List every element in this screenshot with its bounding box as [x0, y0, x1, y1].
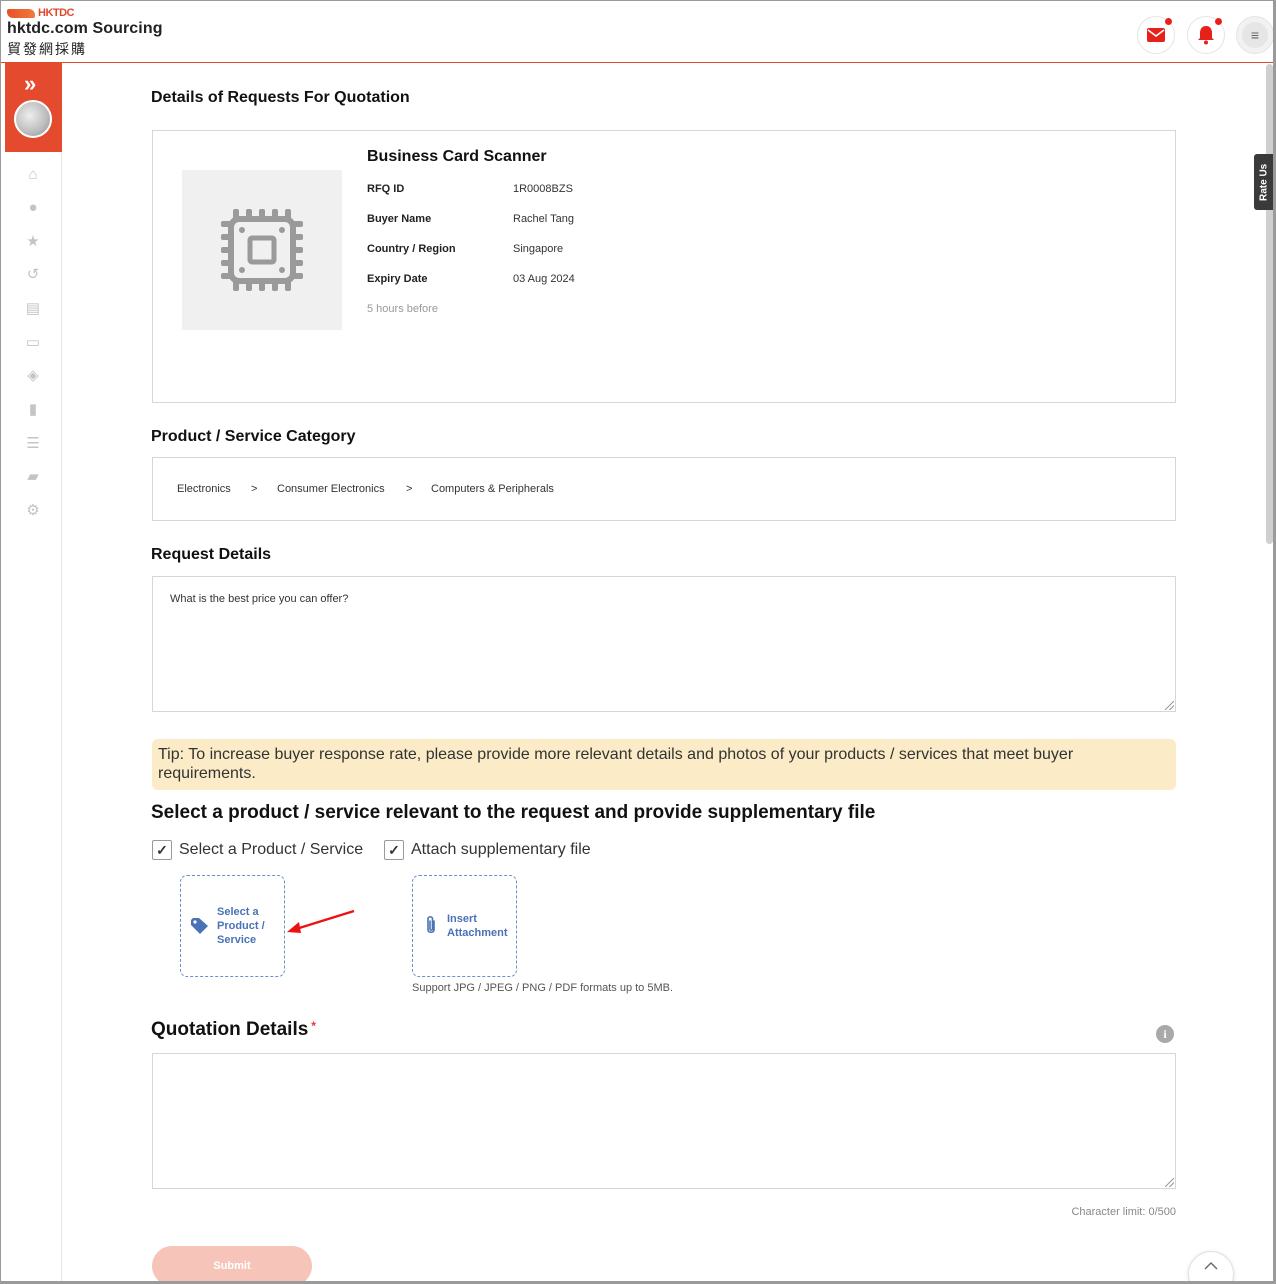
field-value: Singapore — [513, 243, 564, 255]
check-icon[interactable]: ✓ — [152, 840, 172, 860]
sidebar-item-favorites[interactable]: ★ — [24, 233, 42, 251]
breadcrumb-separator: > — [406, 483, 413, 495]
breadcrumb-item: Computers & Peripherals — [431, 483, 554, 495]
avatar[interactable] — [14, 100, 52, 138]
rfq-summary-card: Business Card Scanner RFQ ID 1R0008BZS B… — [152, 130, 1176, 403]
left-sidebar: » ⌂ ● ★ ↺ ▤ ▭ ◈ ▮ ☰ ▰ ⚙ — [5, 63, 62, 1283]
breadcrumb-item: Electronics — [177, 483, 231, 495]
insert-attachment-line: Insert — [447, 913, 477, 925]
select-product-label: Select a Product / Service — [179, 841, 364, 858]
sidebar-item-logistics[interactable]: ▰ — [24, 468, 42, 486]
paperclip-icon — [427, 915, 435, 934]
hktdc-logo[interactable]: HKTDC hktdc.com Sourcing 貿發網採購 — [7, 7, 163, 59]
tip-banner: Tip: To increase buyer response rate, pl… — [152, 739, 1176, 790]
top-header: HKTDC hktdc.com Sourcing 貿發網採購 ≡ — [1, 1, 1274, 63]
sidebar-item-history[interactable]: ↺ — [24, 266, 42, 284]
field-label: Expiry Date — [367, 273, 428, 285]
insert-attachment-line: Attachment — [447, 927, 508, 939]
sidebar-item-home[interactable]: ⌂ — [24, 166, 42, 184]
quotation-details-title: Quotation Details * — [151, 1019, 316, 1041]
select-product-line: Service — [217, 934, 257, 946]
select-product-button[interactable]: Select a Product / Service — [180, 875, 285, 977]
sidebar-item-products[interactable]: ◈ — [24, 367, 42, 385]
quotation-title-text: Quotation Details — [151, 1019, 309, 1040]
sidebar-item-messages[interactable]: ▤ — [24, 300, 42, 318]
breadcrumb-separator: > — [251, 483, 258, 495]
annotation-arrow-icon — [287, 909, 355, 933]
select-product-line: Product / — [217, 920, 265, 932]
supported-formats-note: Support JPG / JPEG / PNG / PDF formats u… — [412, 982, 674, 994]
resize-handle-icon[interactable] — [1165, 1178, 1174, 1187]
attach-file-label: Attach supplementary file — [411, 841, 591, 858]
logo-main-text: hktdc.com Sourcing — [7, 20, 163, 37]
category-title: Product / Service Category — [151, 428, 356, 445]
notifications-button[interactable] — [1187, 16, 1225, 54]
logo-small-text: HKTDC — [38, 7, 75, 19]
field-value: 1R0008BZS — [513, 183, 573, 195]
quotation-details-textarea[interactable] — [152, 1053, 1176, 1189]
resize-handle-icon[interactable] — [1165, 701, 1174, 710]
logo-chinese-text: 貿發網採購 — [7, 41, 87, 57]
posted-time: 5 hours before — [367, 303, 438, 315]
submit-button[interactable]: Submit — [152, 1246, 312, 1284]
request-details-text: What is the best price you can offer? — [170, 593, 349, 605]
request-details-title: Request Details — [151, 546, 272, 563]
field-label: Country / Region — [367, 243, 456, 255]
chevron-up-icon — [1204, 1262, 1218, 1270]
insert-attachment-button[interactable]: Insert Attachment — [412, 875, 517, 977]
supplement-title: Select a product / service relevant to t… — [151, 802, 876, 823]
select-product-line: Select a — [217, 906, 259, 918]
required-marker: * — [311, 1019, 316, 1033]
chip-icon — [221, 209, 303, 291]
bell-icon — [1198, 26, 1214, 45]
field-value: Rachel Tang — [513, 213, 574, 225]
product-name: Business Card Scanner — [367, 148, 547, 165]
sidebar-item-company[interactable]: ▭ — [24, 334, 42, 352]
rate-us-tab[interactable]: Rate Us — [1254, 154, 1274, 210]
breadcrumb-item: Consumer Electronics — [277, 483, 385, 495]
product-thumbnail — [182, 170, 342, 330]
sidebar-item-profile[interactable]: ● — [24, 199, 42, 217]
mail-icon — [1147, 28, 1165, 42]
sidebar-item-orders[interactable]: ▮ — [24, 401, 42, 419]
character-limit: Character limit: 0/500 — [1071, 1206, 1176, 1218]
main-menu-button[interactable]: ≡ — [1236, 16, 1274, 54]
scroll-to-top-button[interactable] — [1188, 1251, 1234, 1284]
hktdc-logo-mark — [7, 8, 35, 18]
category-breadcrumb: Electronics > Consumer Electronics > Com… — [152, 457, 1176, 521]
request-details-textarea: What is the best price you can offer? — [152, 576, 1176, 712]
check-icon[interactable]: ✓ — [384, 840, 404, 860]
sidebar-item-account-settings[interactable]: ⚙ — [24, 502, 42, 520]
attach-file-checkbox[interactable]: ✓ Attach supplementary file — [384, 840, 591, 860]
select-product-checkbox[interactable]: ✓ Select a Product / Service — [152, 840, 363, 860]
info-icon[interactable]: i — [1156, 1025, 1174, 1043]
field-label: RFQ ID — [367, 183, 405, 195]
page-title: Details of Requests For Quotation — [151, 89, 410, 106]
notification-dot — [1215, 18, 1222, 25]
menu-icon: ≡ — [1242, 22, 1268, 48]
field-label: Buyer Name — [367, 213, 432, 225]
field-value: 03 Aug 2024 — [513, 273, 575, 285]
sidebar-header: » — [5, 63, 62, 152]
messages-button[interactable] — [1137, 16, 1175, 54]
tag-icon — [191, 918, 208, 934]
page-scrollbar[interactable] — [1266, 64, 1273, 544]
sidebar-item-rfq[interactable]: ☰ — [24, 435, 42, 453]
expand-sidebar-icon[interactable]: » — [24, 73, 36, 95]
unread-dot — [1165, 18, 1172, 25]
